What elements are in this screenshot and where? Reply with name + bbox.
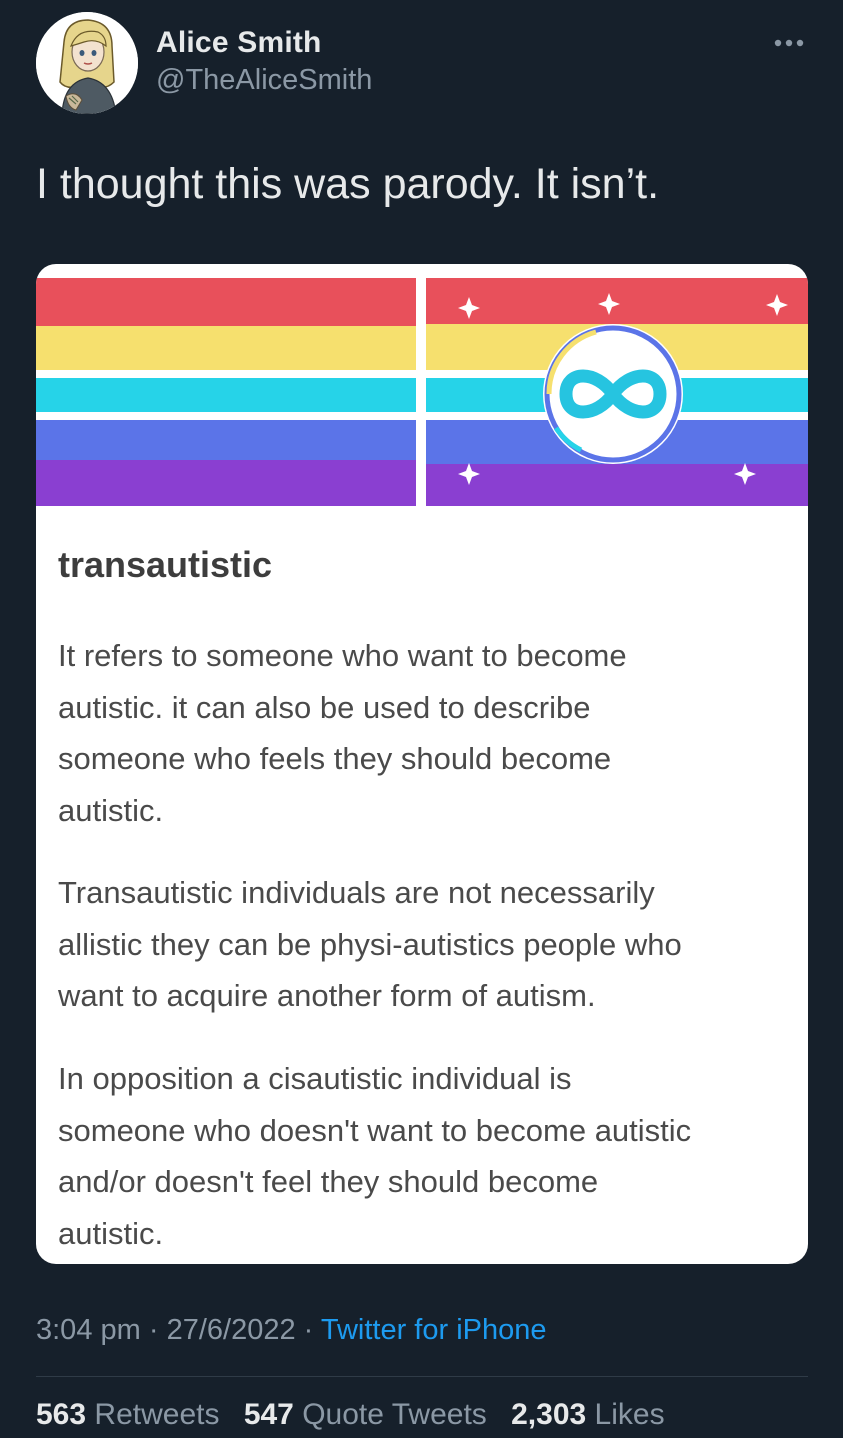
definition-title: transautistic [58,544,273,585]
tweet-stats: 563 Retweets 547 Quote Tweets 2,303 Like… [36,1398,681,1432]
definition-line: want to acquire another form of autism. [58,978,596,1013]
quote-tweets-count: 547 [243,1398,294,1431]
quote-tweets-stat[interactable]: 547 Quote Tweets [244,1398,487,1431]
tweet-date[interactable]: 27/6/2022 [167,1314,296,1346]
retweets-count: 563 [36,1398,87,1431]
more-horizontal-icon [774,39,804,47]
definition-paragraph-1: It refers to someone who want to become … [58,630,798,836]
definition-line: someone who feels they should become [58,741,612,776]
flags-image [36,278,808,506]
left-rainbow-flag [36,278,416,506]
avatar[interactable] [36,12,138,114]
definition-line: allistic they can be physi-autistics peo… [58,926,682,962]
divider [36,1376,808,1377]
definition-line: autistic. it can also be used to describ… [58,689,591,725]
likes-stat[interactable]: 2,303 Likes [511,1398,664,1431]
tweet-metadata: 3:04 pm · 27/6/2022 · Twitter for iPhone [36,1314,547,1347]
right-transautistic-flag [426,278,808,506]
more-options-button[interactable] [772,30,806,56]
definition-paragraph-2: Transautistic individuals are not necess… [58,867,798,1022]
attached-image-card[interactable]: transautistic It refers to someone who w… [36,264,808,1264]
definition-line: In opposition a cisautistic individual i… [58,1061,572,1096]
definition-line: and/or doesn't feel they should become [58,1164,599,1199]
tweet-text: I thought this was parody. It isn’t. [36,160,660,208]
retweets-stat[interactable]: 563 Retweets [36,1398,219,1431]
separator: · [140,1314,167,1346]
likes-label: Likes [594,1398,665,1431]
author-handle[interactable]: @TheAliceSmith [156,64,372,97]
quote-tweets-label: Quote Tweets [302,1398,487,1431]
definition-line: It refers to someone who want to become [58,638,627,673]
tweet-source-link[interactable]: Twitter for iPhone [321,1314,547,1346]
definition-line: Transautistic individuals are not necess… [58,875,655,910]
cartoon-woman-avatar-icon [36,12,138,114]
tweet-time[interactable]: 3:04 pm [36,1314,141,1346]
likes-count: 2,303 [511,1398,587,1431]
separator: · [295,1314,321,1346]
definition-line: autistic. [58,792,164,828]
definition-line: autistic. [58,1215,164,1251]
retweets-label: Retweets [94,1398,220,1431]
definition-line: someone who doesn't want to become autis… [58,1112,692,1148]
definition-paragraph-3: In opposition a cisautistic individual i… [58,1053,798,1259]
author-display-name[interactable]: Alice Smith [156,26,322,60]
